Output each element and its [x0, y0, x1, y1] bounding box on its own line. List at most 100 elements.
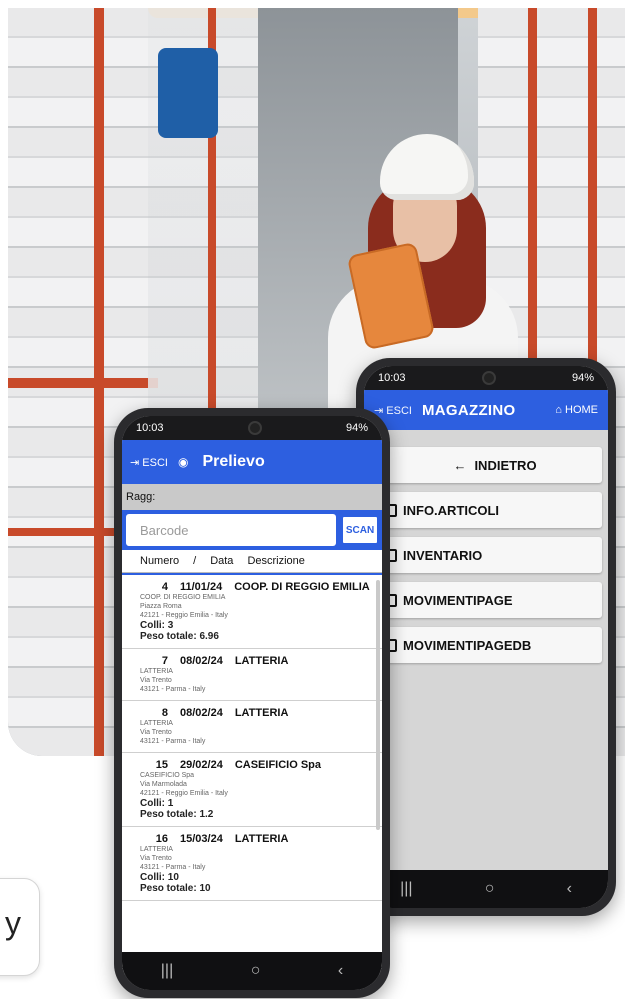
status-battery: 94%	[345, 422, 368, 434]
item-number: 15	[155, 759, 168, 771]
menu-item-label: INFO.ARTICOLI	[403, 502, 500, 518]
item-peso: Peso totale: 1.2	[140, 809, 214, 820]
menu-item-label: MOVIMENTIPAGE	[403, 592, 513, 608]
item-colli: Colli: 3	[140, 620, 174, 631]
rack-beam	[8, 378, 158, 388]
list-item[interactable]: 4 11/01/24 COOP. DI REGGIO EMILIA COOP. DI…	[122, 575, 382, 649]
barcode-input[interactable]: Barcode	[126, 514, 336, 546]
phone-prelievo: 10:03 94% ⇥ ESCI ◉ Prelievo Ragg: Barcod…	[114, 408, 390, 998]
order-list: 4 11/01/24 COOP. DI REGGIO EMILIA COOP. DI…	[122, 573, 382, 975]
text-badge: y	[0, 878, 40, 976]
col-data[interactable]: Data	[210, 555, 233, 567]
menu-item-movimentipagedb[interactable]: MOVIMENTIPAGEDB	[380, 627, 602, 663]
arrow-left-icon: ←	[453, 457, 467, 473]
camera-icon	[247, 421, 262, 435]
system-nav-bar: ||| ○ ‹	[364, 870, 608, 908]
item-description: COOP. DI REGGIO EMILIA	[234, 581, 370, 593]
page-title: MAGAZZINO	[421, 401, 516, 419]
item-peso: Peso totale: 10	[140, 883, 211, 894]
back-chevron-icon[interactable]: ‹	[567, 880, 572, 898]
item-description: LATTERIA	[234, 655, 289, 667]
back-chevron-icon[interactable]: ‹	[338, 962, 343, 980]
back-button[interactable]: ← INDIETRO	[380, 447, 602, 483]
exit-label: ESCI	[386, 404, 412, 417]
item-date: 15/03/24	[180, 833, 223, 845]
ragg-label: Ragg:	[122, 484, 382, 510]
status-bar: 10:03 94%	[364, 366, 608, 390]
item-address: Via Trento	[140, 729, 172, 736]
menu-item-label: INVENTARIO	[403, 547, 483, 563]
item-date: 08/02/24	[180, 707, 223, 719]
system-nav-bar: ||| ○ ‹	[122, 952, 382, 990]
item-company: LATTERIA	[140, 720, 173, 727]
status-bar: 10:03 94%	[122, 416, 382, 440]
item-number: 8	[161, 707, 168, 719]
menu-item-label: MOVIMENTIPAGEDB	[403, 637, 532, 653]
phone-screen: 10:03 94% ⇥ ESCI MAGAZZINO ⌂ HOME ← INDI…	[364, 366, 608, 908]
hard-hat	[380, 134, 474, 200]
back-label: INDIETRO	[474, 457, 537, 473]
scan-button[interactable]: SCAN	[342, 516, 378, 544]
item-address: Via Trento	[140, 855, 172, 862]
home-icon: ⌂	[555, 404, 562, 416]
home-label: HOME	[565, 404, 598, 416]
item-colli: Colli: 10	[140, 872, 179, 883]
col-numero[interactable]: Numero	[140, 555, 179, 567]
list-item[interactable]: 15 29/02/24 CASEIFICIO Spa CASEIFICIO Spa …	[122, 753, 382, 827]
blue-barrel	[158, 48, 218, 138]
item-city: 43121 - Parma - Italy	[140, 864, 206, 871]
status-time: 10:03	[378, 372, 406, 384]
menu-item-inventario[interactable]: INVENTARIO	[380, 537, 602, 573]
item-date: 11/01/24	[180, 581, 223, 593]
phone-magazzino: 10:03 94% ⇥ ESCI MAGAZZINO ⌂ HOME ← INDI…	[356, 358, 616, 916]
eye-icon[interactable]: ◉	[178, 455, 188, 469]
item-date: 08/02/24	[180, 655, 223, 667]
exit-button[interactable]: ⇥ ESCI	[130, 456, 168, 469]
item-company: COOP. DI REGGIO EMILIA	[140, 594, 226, 601]
list-item[interactable]: 8 08/02/24 LATTERIA LATTERIA Via Trento 43…	[122, 701, 382, 753]
home-circle-icon[interactable]: ○	[251, 962, 261, 980]
item-date: 29/02/24	[180, 759, 223, 771]
badge-text: y	[5, 905, 21, 941]
app-bar: ⇥ ESCI ◉ Prelievo	[122, 440, 382, 484]
item-description: LATTERIA	[234, 833, 289, 845]
menu-item-movimentipage[interactable]: MOVIMENTIPAGE	[380, 582, 602, 618]
app-bar: ⇥ ESCI MAGAZZINO ⌂ HOME	[364, 390, 608, 430]
phone-screen: 10:03 94% ⇥ ESCI ◉ Prelievo Ragg: Barcod…	[122, 416, 382, 990]
camera-icon	[481, 371, 496, 385]
item-description: LATTERIA	[234, 707, 289, 719]
scrollbar[interactable]	[376, 580, 380, 830]
item-address: Piazza Roma	[140, 603, 182, 610]
item-number: 16	[155, 833, 168, 845]
exit-label: ESCI	[142, 456, 168, 469]
item-address: Via Trento	[140, 677, 172, 684]
item-number: 7	[161, 655, 168, 667]
col-descrizione[interactable]: Descrizione	[247, 555, 304, 567]
list-item[interactable]: 16 15/03/24 LATTERIA LATTERIA Via Trento 4…	[122, 827, 382, 901]
home-button[interactable]: ⌂ HOME	[555, 404, 598, 416]
item-company: LATTERIA	[140, 846, 173, 853]
item-city: 43121 - Parma - Italy	[140, 738, 206, 745]
page-title: Prelievo	[202, 453, 265, 470]
home-circle-icon[interactable]: ○	[485, 880, 495, 898]
item-city: 42121 - Reggio Emilia - Italy	[140, 612, 228, 619]
col-separator: /	[193, 555, 197, 567]
exit-button[interactable]: ⇥ ESCI	[374, 404, 412, 417]
item-colli: Colli: 1	[140, 798, 174, 809]
item-company: CASEIFICIO Spa	[140, 772, 195, 779]
recents-icon[interactable]: |||	[400, 880, 412, 898]
column-headers: Numero / Data Descrizione	[122, 550, 382, 573]
item-company: LATTERIA	[140, 668, 173, 675]
list-item[interactable]: 7 08/02/24 LATTERIA LATTERIA Via Trento 43…	[122, 649, 382, 701]
recents-icon[interactable]: |||	[161, 962, 173, 980]
status-battery: 94%	[571, 372, 594, 384]
item-city: 42121 - Reggio Emilia - Italy	[140, 790, 228, 797]
status-time: 10:03	[136, 422, 164, 434]
menu-list: ← INDIETRO INFO.ARTICOLI INVENTARIO MOVI…	[364, 430, 608, 663]
menu-item-info-articoli[interactable]: INFO.ARTICOLI	[380, 492, 602, 528]
item-city: 43121 - Parma - Italy	[140, 686, 206, 693]
item-peso: Peso totale: 6.96	[140, 631, 219, 642]
item-description: CASEIFICIO Spa	[234, 759, 322, 771]
search-row: Barcode SCAN	[122, 510, 382, 550]
item-number: 4	[161, 581, 168, 593]
